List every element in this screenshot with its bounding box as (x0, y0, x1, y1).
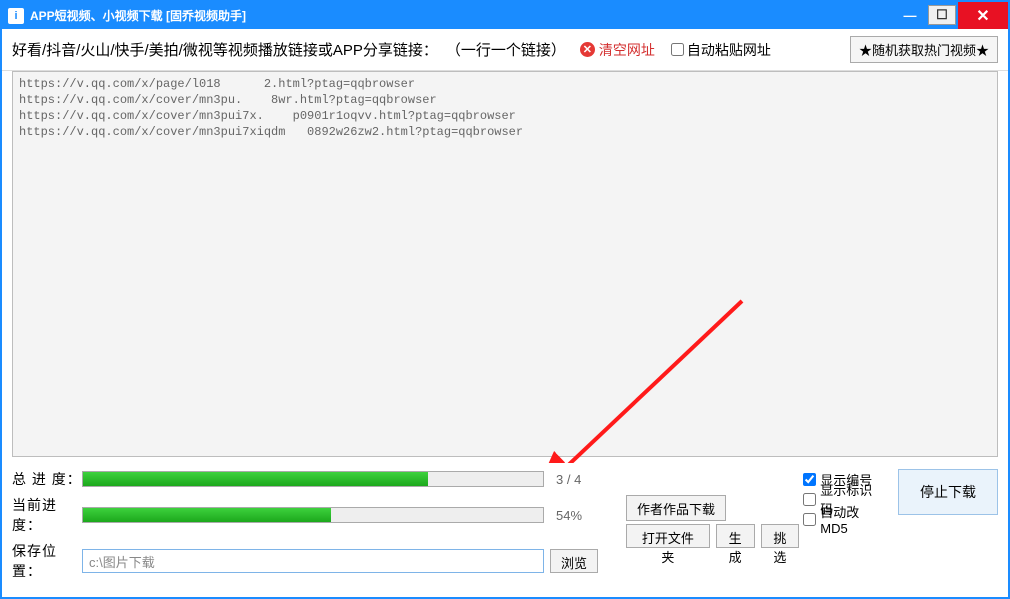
auto-paste-checkbox[interactable]: 自动粘贴网址 (671, 40, 771, 60)
current-progress-bar (82, 507, 544, 523)
instruction-label: 好看/抖音/火山/快手/美拍/微视等视频播放链接或APP分享链接： (12, 39, 438, 60)
maximize-button[interactable]: ☐ (928, 5, 956, 25)
show-number-input[interactable] (803, 473, 816, 486)
clear-urls-button[interactable]: ✕ 清空网址 (580, 40, 655, 60)
stop-download-button[interactable]: 停止下载 (898, 469, 998, 515)
auto-paste-input[interactable] (671, 43, 684, 56)
auto-md5-label: 自动改MD5 (820, 502, 884, 536)
titlebar: i APP短视频、小视频下载 [固乔视频助手] — ☐ ✕ (2, 2, 1008, 29)
url-input-area[interactable]: https://v.qq.com/x/page/l018 2.html?ptag… (12, 71, 998, 457)
save-location-label: 保存位置： (12, 541, 82, 581)
current-progress-label: 当前进度： (12, 495, 82, 535)
app-icon: i (8, 8, 24, 24)
close-button[interactable]: ✕ (958, 2, 1008, 29)
clear-urls-label: 清空网址 (599, 40, 655, 60)
toolbar: 好看/抖音/火山/快手/美拍/微视等视频播放链接或APP分享链接： （一行一个链… (2, 29, 1008, 71)
save-path-input[interactable] (82, 549, 544, 573)
author-works-button[interactable]: 作者作品下载 (626, 495, 726, 521)
current-progress-text: 54% (556, 508, 582, 523)
open-folder-button[interactable]: 打开文件夹 (626, 524, 710, 548)
url-line: https://v.qq.com/x/cover/mn3pui7xiqdm 08… (19, 124, 991, 140)
total-progress-text: 3 / 4 (556, 472, 581, 487)
per-line-label: （一行一个链接） (446, 39, 566, 60)
random-hot-video-button[interactable]: ★随机获取热门视频★ (850, 36, 998, 63)
browse-button[interactable]: 浏览 (550, 549, 598, 573)
show-id-code-input[interactable] (803, 493, 816, 506)
total-progress-bar (82, 471, 544, 487)
auto-md5-checkbox[interactable]: 自动改MD5 (803, 509, 884, 529)
auto-md5-input[interactable] (803, 513, 816, 526)
window-title: APP短视频、小视频下载 [固乔视频助手] (30, 7, 246, 24)
clear-icon: ✕ (580, 42, 595, 57)
total-progress-label: 总 进 度： (12, 469, 82, 489)
pick-button[interactable]: 挑选 (761, 524, 800, 548)
minimize-button[interactable]: — (894, 2, 926, 29)
url-line: https://v.qq.com/x/page/l018 2.html?ptag… (19, 76, 991, 92)
auto-paste-label: 自动粘贴网址 (687, 40, 771, 60)
generate-button[interactable]: 生成 (716, 524, 755, 548)
url-line: https://v.qq.com/x/cover/mn3pu. 8wr.html… (19, 92, 991, 108)
url-line: https://v.qq.com/x/cover/mn3pui7x. p0901… (19, 108, 991, 124)
